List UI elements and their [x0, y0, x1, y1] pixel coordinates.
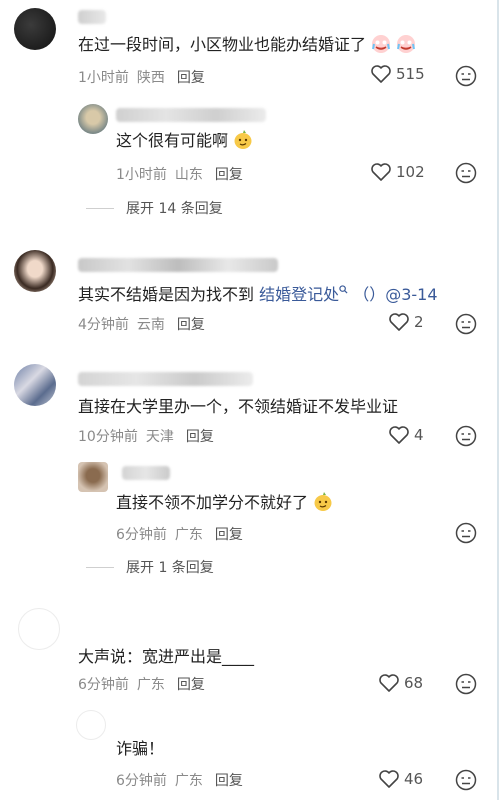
comment-meta: 6分钟前 广东 回复: [78, 674, 213, 694]
comment-meta: 10分钟前 天津 回复: [78, 426, 222, 446]
comment-text: 其实不结婚是因为找不到 结婚登记处 （）@3-14: [78, 284, 438, 306]
like-count: 4: [414, 426, 424, 444]
reply-button[interactable]: 回复: [215, 773, 243, 789]
avatar[interactable]: [78, 104, 108, 134]
dislike-face-icon[interactable]: [455, 522, 477, 544]
reply-time: 6分钟前: [116, 527, 167, 543]
crying-laugh-icon: [372, 35, 391, 53]
heart-icon: [371, 65, 391, 83]
like-count: 515: [396, 65, 425, 83]
dislike-face-icon[interactable]: [455, 65, 477, 87]
search-link[interactable]: 结婚登记处: [259, 285, 348, 304]
expand-replies-button[interactable]: 展开 1 条回复: [86, 557, 214, 577]
reply-location: 广东: [174, 527, 203, 543]
comment-text-content: 其实不结婚是因为找不到: [78, 285, 255, 304]
heart-icon: [371, 163, 391, 181]
username-blurred[interactable]: [78, 372, 253, 386]
link-text: 结婚登记处: [259, 285, 340, 304]
like-count: 46: [404, 770, 424, 788]
username-blurred[interactable]: [116, 108, 266, 122]
reply-text-content: 诈骗！: [116, 739, 165, 758]
like-button[interactable]: 4: [388, 425, 424, 445]
like-button[interactable]: 515: [370, 64, 425, 84]
expand-label: 展开 14 条回复: [126, 201, 223, 217]
reply-time: 6分钟前: [116, 773, 167, 789]
reply-button[interactable]: 回复: [177, 70, 205, 86]
expand-replies-button[interactable]: 展开 14 条回复: [86, 198, 223, 218]
like-button[interactable]: 46: [378, 769, 423, 789]
comment-text: 直接在大学里办一个，不领结婚证不发毕业证: [78, 396, 398, 418]
avatar[interactable]: [78, 462, 108, 492]
heart-icon: [389, 426, 409, 444]
reply-text: 直接不领不加学分不就好了: [116, 492, 333, 514]
reply-location: 山东: [174, 167, 203, 183]
comment-location: 广东: [136, 677, 165, 693]
comment-location: 云南: [136, 317, 165, 333]
reply-time: 1小时前: [116, 167, 167, 183]
reply-text: 这个很有可能啊: [116, 130, 253, 152]
comment-meta: 1小时前 陕西 回复: [78, 67, 213, 87]
comment-meta: 4分钟前 云南 回复: [78, 314, 213, 334]
reply-button[interactable]: 回复: [177, 677, 205, 693]
search-icon: [339, 285, 348, 294]
reply-location: 广东: [174, 773, 203, 789]
reply-meta: 6分钟前 广东 回复: [116, 770, 251, 790]
comment-text-content: 直接在大学里办一个，不领结婚证不发毕业证: [78, 397, 399, 416]
comment-text: 大声说：宽进严出是____: [78, 646, 254, 668]
comment-time: 6分钟前: [78, 677, 129, 693]
comment-time: 1小时前: [78, 70, 129, 86]
reply-meta: 6分钟前 广东 回复: [116, 524, 251, 544]
comment-location: 陕西: [136, 70, 165, 86]
comment-text-content: 大声说：宽进严出是____: [78, 647, 255, 666]
avatar[interactable]: [14, 8, 56, 50]
comment-text-content: 在过一段时间，小区物业也能办结婚证了: [78, 35, 367, 54]
comment-time: 10分钟前: [78, 429, 138, 445]
like-count: 68: [404, 674, 424, 692]
reply-text-content: 直接不领不加学分不就好了: [116, 493, 309, 512]
reply-text-content: 这个很有可能啊: [116, 131, 229, 150]
heart-icon: [379, 674, 399, 692]
dislike-face-icon[interactable]: [455, 313, 477, 335]
username-blurred[interactable]: [78, 10, 106, 24]
dislike-face-icon[interactable]: [455, 673, 477, 695]
username-blurred[interactable]: [122, 466, 170, 480]
comment-location: 天津: [145, 429, 174, 445]
smirk-icon: [234, 130, 252, 149]
expand-line: [86, 566, 114, 568]
username-blurred[interactable]: [78, 258, 278, 272]
reply-meta: 1小时前 山东 回复: [116, 164, 251, 184]
expand-label: 展开 1 条回复: [126, 560, 214, 576]
dislike-face-icon[interactable]: [455, 769, 477, 791]
avatar[interactable]: [76, 710, 106, 740]
mention-link[interactable]: （）@3-14: [353, 285, 437, 304]
expand-line: [86, 207, 114, 209]
comment-text: 在过一段时间，小区物业也能办结婚证了: [78, 34, 416, 56]
dislike-face-icon[interactable]: [455, 162, 477, 184]
dislike-face-icon[interactable]: [455, 425, 477, 447]
reply-button[interactable]: 回复: [177, 317, 205, 333]
heart-icon: [379, 770, 399, 788]
like-count: 102: [396, 163, 425, 181]
crying-laugh-icon: [397, 35, 416, 53]
like-button[interactable]: 102: [370, 162, 425, 182]
like-count: 2: [414, 313, 424, 331]
avatar[interactable]: [18, 608, 60, 650]
reply-button[interactable]: 回复: [215, 527, 243, 543]
reply-text: 诈骗！: [116, 738, 164, 760]
heart-icon: [389, 313, 409, 331]
smirk-icon: [314, 492, 332, 511]
reply-button[interactable]: 回复: [186, 429, 214, 445]
like-button[interactable]: 68: [378, 673, 423, 693]
avatar[interactable]: [14, 250, 56, 292]
reply-button[interactable]: 回复: [215, 167, 243, 183]
like-button[interactable]: 2: [388, 312, 424, 332]
comment-time: 4分钟前: [78, 317, 129, 333]
avatar[interactable]: [14, 364, 56, 406]
